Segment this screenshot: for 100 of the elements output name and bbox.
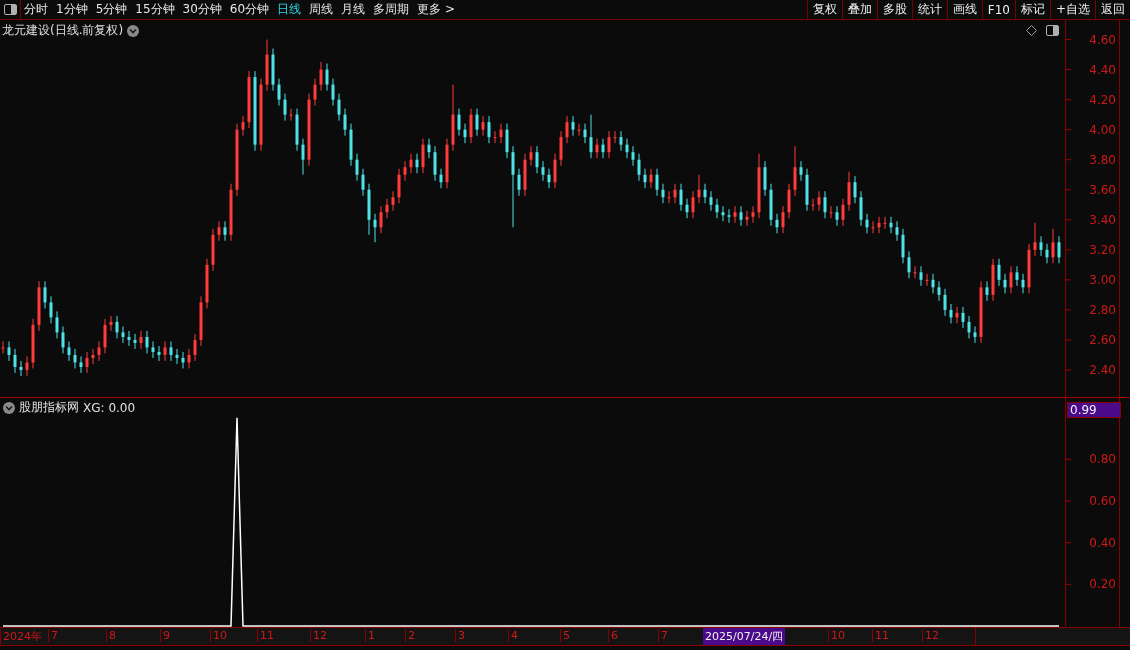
period-tab[interactable]: 30分钟	[179, 0, 225, 19]
period-tab[interactable]: 多周期	[370, 0, 413, 19]
candlestick	[529, 145, 533, 167]
candlestick	[967, 315, 971, 339]
period-tab[interactable]: 5分钟	[92, 0, 131, 19]
candlestick	[427, 138, 431, 159]
toolbar-button[interactable]: F10	[981, 0, 1015, 19]
axis-label: 3	[455, 629, 465, 642]
candlestick	[445, 138, 449, 189]
toolbar-button[interactable]: +自选	[1049, 0, 1095, 19]
axis-label: 3.20	[1089, 242, 1116, 257]
candlestick	[733, 205, 737, 224]
axis-label: 8	[106, 629, 116, 642]
candlestick	[895, 220, 899, 242]
candlestick	[763, 160, 767, 197]
candlestick	[181, 351, 185, 369]
period-tab[interactable]: 月线	[338, 0, 369, 19]
axis-label: 2.80	[1089, 302, 1116, 317]
axis-label: 12	[922, 629, 939, 642]
axis-label: 2.60	[1089, 332, 1116, 347]
period-tab[interactable]: 60分钟	[226, 0, 273, 19]
candlestick	[43, 280, 47, 309]
axis-label: 7	[48, 629, 58, 642]
candlestick	[157, 345, 161, 362]
candlestick	[1, 340, 5, 354]
panel-toggle-icon[interactable]	[1045, 24, 1059, 36]
candlestick	[367, 183, 371, 236]
candlestick	[703, 183, 707, 204]
candlestick	[313, 78, 317, 107]
candlestick	[829, 205, 833, 219]
candlestick	[901, 228, 905, 264]
chart-title: 龙元建设(日线.前复权)	[2, 22, 124, 39]
candlestick	[679, 183, 683, 212]
toolbar-button[interactable]: 多股	[876, 0, 912, 19]
candlestick	[769, 183, 773, 227]
candlestick	[925, 273, 929, 287]
candlestick	[433, 145, 437, 182]
candlestick	[835, 205, 839, 227]
candlestick	[727, 208, 731, 224]
candlestick	[505, 123, 509, 159]
candlestick	[787, 183, 791, 219]
period-tab[interactable]: 更多 >	[414, 0, 458, 19]
candlestick	[49, 295, 53, 324]
candlestick	[397, 168, 401, 204]
candlestick	[343, 108, 347, 137]
period-tab[interactable]: 日线	[274, 0, 305, 19]
axis-label: 10	[828, 629, 845, 642]
toolbar-button[interactable]: 统计	[911, 0, 947, 19]
diamond-icon[interactable]	[1026, 24, 1037, 36]
candlestick	[103, 318, 107, 354]
candlestick	[457, 108, 461, 137]
period-tab[interactable]: 周线	[306, 0, 337, 19]
candlestick	[685, 198, 689, 219]
candlestick	[127, 330, 131, 347]
candlestick	[985, 280, 989, 302]
candlestick	[139, 330, 143, 350]
candlestick	[31, 318, 35, 369]
candlestick	[187, 348, 191, 369]
candlestick	[751, 205, 755, 224]
candlestick	[13, 348, 17, 374]
candlestick	[217, 220, 221, 242]
candlestick	[163, 340, 167, 362]
candlestick	[583, 123, 587, 144]
candlestick	[637, 153, 641, 182]
candlestick	[805, 168, 809, 212]
candlestick	[55, 310, 59, 339]
candlestick	[481, 115, 485, 137]
axis-label: 4.40	[1089, 62, 1116, 77]
axis-label: 4.60	[1089, 32, 1116, 47]
dropdown-icon[interactable]	[3, 401, 15, 414]
candlestick	[1027, 243, 1031, 294]
candlestick	[151, 340, 155, 359]
candlestick	[1039, 235, 1043, 257]
candlestick	[271, 48, 275, 92]
candlestick	[775, 213, 779, 234]
candlestick	[337, 93, 341, 122]
toolbar-button[interactable]: 叠加	[841, 0, 877, 19]
candlestick	[979, 280, 983, 344]
candlestick	[607, 130, 611, 159]
period-tab[interactable]: 1分钟	[53, 0, 91, 19]
candlestick	[385, 198, 389, 219]
period-tab[interactable]: 15分钟	[132, 0, 178, 19]
candlestick	[817, 190, 821, 212]
toolbar-button[interactable]: 返回	[1095, 0, 1130, 19]
toolbar-button[interactable]: 复权	[806, 0, 842, 19]
candlestick	[661, 183, 665, 204]
candlestick	[73, 348, 77, 369]
toolbar-button[interactable]: 画线	[946, 0, 982, 19]
candlestick	[277, 78, 281, 107]
dropdown-icon[interactable]	[127, 24, 140, 37]
cursor-value: 0.99	[1067, 402, 1121, 418]
candlestick	[37, 280, 41, 332]
candlestick	[295, 108, 299, 152]
axis-label: 4.20	[1089, 92, 1116, 107]
candlestick	[613, 130, 617, 144]
candlestick	[721, 205, 725, 222]
candlestick	[25, 355, 29, 377]
candlestick	[79, 355, 83, 374]
toolbar-button[interactable]: 标记	[1014, 0, 1050, 19]
period-tab[interactable]: 分时	[21, 0, 51, 19]
